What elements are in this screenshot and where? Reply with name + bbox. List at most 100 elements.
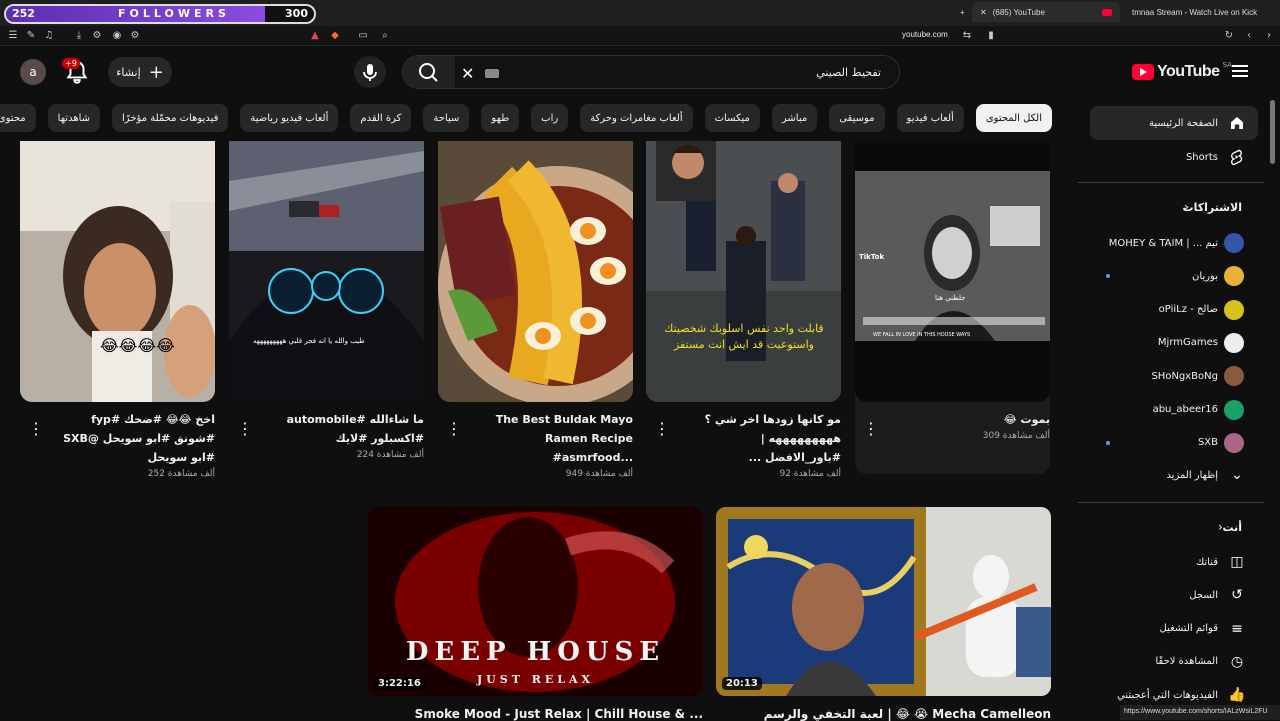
- sidebar-item-you[interactable]: قوائم التشغيل ≡: [1090, 612, 1258, 646]
- extension-icon[interactable]: ⚙: [90, 29, 104, 43]
- short-thumbnail[interactable]: TikTok جلطني هنا WE FALL IN LOVE IN THIS…: [855, 141, 1050, 402]
- reload-icon[interactable]: ↻: [1222, 29, 1236, 43]
- show-more-button[interactable]: إظهار المزيد ⌄: [1090, 458, 1258, 492]
- search-icon: [419, 63, 438, 82]
- video-thumbnail[interactable]: DEEP HOUSE JUST RELAX 3:22:16: [368, 507, 703, 696]
- filter-chip[interactable]: الكل المحتوى: [975, 104, 1052, 132]
- sidebar-item-home[interactable]: الصفحة الرئيسية: [1090, 106, 1258, 140]
- url-text[interactable]: youtube.com: [902, 30, 948, 39]
- search-input[interactable]: [493, 62, 893, 82]
- short-thumbnail[interactable]: 😂😂😂😂: [20, 141, 215, 402]
- forward-icon[interactable]: ›: [1262, 29, 1276, 43]
- filter-chip[interactable]: مباشر: [771, 104, 818, 132]
- sidebar-subscription-item[interactable]: abu_abeer16: [1090, 393, 1258, 427]
- sidebar-scrollbar[interactable]: [1270, 100, 1275, 164]
- close-icon[interactable]: ✕: [980, 8, 987, 17]
- sidebar-subscription-item[interactable]: SHoNgxBoNg: [1090, 359, 1258, 393]
- short-title[interactable]: The Best Buldak Mayo Ramen Recipe #asmrf…: [473, 410, 633, 467]
- video-thumbnail[interactable]: 20:13: [716, 507, 1051, 696]
- followers-label: FOLLOWERS: [118, 7, 230, 20]
- share-icon[interactable]: ⇆: [960, 29, 974, 43]
- chevron-right-icon[interactable]: ›: [1218, 520, 1223, 534]
- filter-chip[interactable]: كرة القدم: [350, 104, 412, 132]
- sidebar-subscription-item[interactable]: SXB: [1090, 426, 1258, 460]
- duration-badge: 3:22:16: [374, 677, 425, 690]
- logo-text: YouTube: [1157, 63, 1220, 80]
- filter-chip[interactable]: موسيقى: [829, 104, 885, 132]
- new-tab-button[interactable]: +: [952, 2, 973, 22]
- reader-icon[interactable]: ▭: [356, 29, 370, 43]
- short-caption: طيب والله يا انه فجر قلبي هههههههههه: [253, 337, 365, 345]
- lens-icon[interactable]: ⌕: [378, 29, 392, 43]
- edge-icon[interactable]: ◉: [110, 29, 124, 43]
- chevron-right-icon[interactable]: ›: [1184, 200, 1189, 214]
- short-card[interactable]: The Best Buldak Mayo Ramen Recipe #asmrf…: [438, 141, 633, 479]
- music-icon[interactable]: ♫: [42, 29, 56, 43]
- duration-badge: 20:13: [722, 677, 762, 690]
- video-card[interactable]: 20:13 لعبة التخفي والرسم | 😂 😭 Mecha Cam…: [716, 507, 1051, 721]
- filter-chip[interactable]: طهو: [481, 104, 520, 132]
- short-title[interactable]: بموت 😂: [890, 410, 1050, 429]
- short-title[interactable]: ما شاءالله #automobile #اكسبلور #لايك: [264, 410, 424, 448]
- more-options-icon[interactable]: ⋮: [28, 419, 44, 439]
- youtube-logo[interactable]: YouTube SA: [1132, 61, 1232, 81]
- subscriptions-header[interactable]: الاشتراكات: [1183, 201, 1242, 214]
- search-button[interactable]: [403, 56, 455, 88]
- search-box[interactable]: ✕: [402, 55, 900, 89]
- short-thumbnail[interactable]: قابلت واحد نفس اسلوبك شخصيتك واستوعبت قد…: [646, 141, 841, 402]
- brave-shield-icon[interactable]: ◆: [328, 29, 342, 43]
- filter-chip[interactable]: ألعاب فيديو رياضية: [240, 104, 339, 132]
- filter-chip[interactable]: فيديوهات محمّلة مؤخرًا: [112, 104, 229, 132]
- sidebar-item-you[interactable]: قناتك ◫: [1090, 545, 1258, 579]
- video-title[interactable]: Smoke Mood - Just Relax | Chill House & …: [368, 707, 703, 721]
- menu-icon[interactable]: ☰: [6, 29, 20, 43]
- voice-search-button[interactable]: [354, 56, 386, 88]
- sidebar-item-you[interactable]: السجل ↺: [1090, 578, 1258, 612]
- short-views: 949 ألف مشاهدة: [565, 469, 633, 479]
- guide-menu-icon[interactable]: [1232, 65, 1248, 77]
- short-card[interactable]: 😂😂😂😂 اخخ 😂😂 #ضحك #fyp #شونق #ابو سويحل @…: [20, 141, 215, 479]
- short-thumbnail[interactable]: طيب والله يا انه فجر قلبي هههههههههه: [229, 141, 424, 402]
- short-thumbnail[interactable]: [438, 141, 633, 402]
- filter-chip[interactable]: سياحة: [423, 104, 470, 132]
- short-card[interactable]: طيب والله يا انه فجر قلبي هههههههههه ما …: [229, 141, 424, 460]
- short-title[interactable]: اخخ 😂😂 #ضحك #fyp #شونق #ابو سويحل @SXB #…: [55, 410, 215, 467]
- settings-icon[interactable]: ⚙: [128, 29, 142, 43]
- more-options-icon[interactable]: ⋮: [863, 419, 879, 439]
- short-card[interactable]: قابلت واحد نفس اسلوبك شخصيتك واستوعبت قد…: [646, 141, 841, 479]
- short-card-hovered[interactable]: TikTok جلطني هنا WE FALL IN LOVE IN THIS…: [855, 141, 1050, 474]
- more-options-icon[interactable]: ⋮: [654, 419, 670, 439]
- back-icon[interactable]: ‹: [1242, 29, 1256, 43]
- video-title[interactable]: لعبة التخفي والرسم | 😂 😭 Mecha Camelleon: [716, 707, 1051, 721]
- more-options-icon[interactable]: ⋮: [446, 419, 462, 439]
- avatar[interactable]: a: [20, 59, 46, 85]
- sidebar-item-label: الفيديوهات التي أعجبتني: [1117, 689, 1218, 701]
- filter-chip[interactable]: ميكسات: [704, 104, 760, 132]
- sidebar-subscription-item[interactable]: MjrmGames: [1090, 326, 1258, 360]
- warning-icon[interactable]: ▲: [308, 29, 322, 43]
- tab-youtube[interactable]: ✕ (685) YouTube: [972, 2, 1120, 22]
- sidebar-subscription-item[interactable]: بوريان: [1090, 259, 1258, 293]
- filter-chip[interactable]: ألعاب فيديو: [896, 104, 964, 132]
- bookmark-icon[interactable]: ▮: [984, 29, 998, 43]
- you-header[interactable]: أنت: [1222, 521, 1242, 534]
- filter-chip[interactable]: ألعاب مغامرات وحركة: [580, 104, 693, 132]
- sidebar-subscription-item[interactable]: oPiiLz - صالح: [1090, 293, 1258, 327]
- sidebar-item-shorts[interactable]: Shorts: [1090, 140, 1258, 174]
- sidebar-subscription-item[interactable]: MOHEY & TAIM | ... تيم: [1090, 226, 1258, 260]
- short-title[interactable]: مو كانها زودها اخر شي ؟ هههههههههه | #با…: [681, 410, 841, 467]
- filter-chip[interactable]: راب: [531, 104, 569, 132]
- more-options-icon[interactable]: ⋮: [237, 419, 253, 439]
- short-views: 92 ألف مشاهدة: [779, 469, 841, 479]
- tab-kick[interactable]: tmnaa Stream - Watch Live on Kick: [1124, 2, 1265, 22]
- filter-chip[interactable]: محتوى جديد لك: [0, 104, 36, 132]
- short-views: 309 ألف مشاهدة: [982, 431, 1050, 441]
- clear-search-icon[interactable]: ✕: [461, 64, 474, 83]
- pin-icon[interactable]: ✎: [24, 29, 38, 43]
- sidebar-item-you[interactable]: المشاهدة لاحقًا ◷: [1090, 645, 1258, 679]
- filter-chip[interactable]: شاهدتها: [47, 104, 101, 132]
- channel-avatar: [1224, 266, 1244, 287]
- download-icon[interactable]: ⤓: [72, 29, 86, 43]
- create-button[interactable]: إنشاء +: [108, 57, 172, 87]
- video-card[interactable]: DEEP HOUSE JUST RELAX 3:22:16 Smoke Mood…: [368, 507, 703, 721]
